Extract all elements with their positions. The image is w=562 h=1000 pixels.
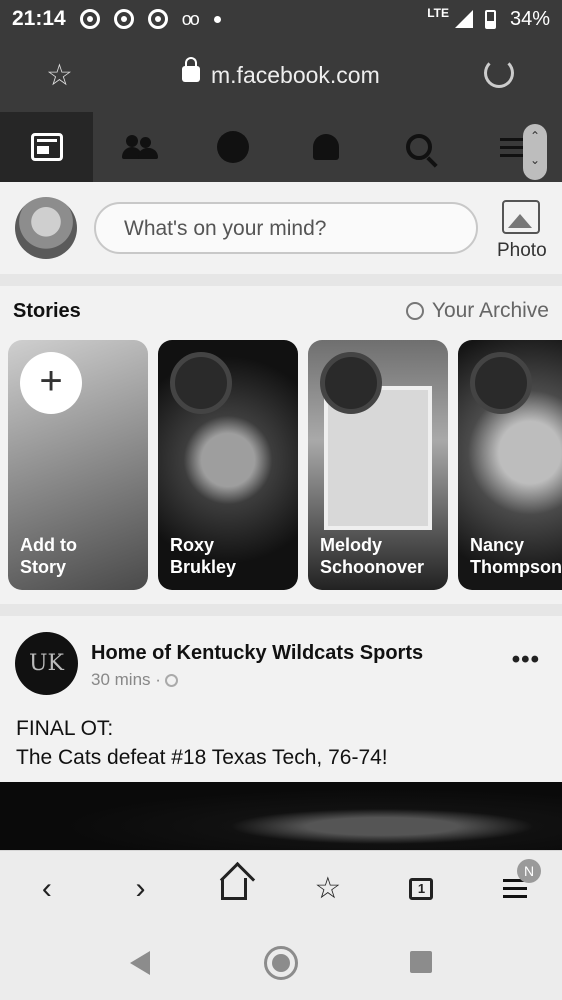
feed-post: UK Home of Kentucky Wildcats Sports 30 m… [0,616,562,856]
menu-icon [499,133,524,162]
tab-notifications[interactable] [279,112,372,182]
tabs-icon: 1 [409,877,434,900]
bell-icon [312,134,339,160]
tab-news-feed[interactable] [0,112,93,182]
photo-icon[interactable] [502,200,540,234]
avatar[interactable] [15,197,77,259]
post-author[interactable]: Home of Kentucky Wildcats Sports [91,642,423,665]
story-add[interactable]: + Add to Story [8,340,148,590]
reload-icon[interactable] [484,58,514,88]
story-card[interactable]: Nancy Thompson [458,340,562,590]
browser-menu-button[interactable]: N [485,858,545,919]
search-icon [405,134,432,160]
plus-icon: + [20,352,82,414]
story-avatar [320,352,382,414]
bookmarks-star-icon: ☆ [314,872,342,905]
post-time[interactable]: 30 mins · [91,670,161,690]
archive-icon [405,302,424,320]
url-text[interactable]: m.facebook.com [211,62,380,89]
more-options-icon[interactable]: ••• [512,646,540,674]
browser-url-bar: ☆ m.facebook.com [0,38,562,112]
page-avatar[interactable]: UK [15,632,78,695]
home-button[interactable] [204,859,264,919]
network-type: LTE [427,6,449,20]
story-label: Nancy Thompson [470,535,562,577]
globe-icon [164,673,178,687]
story-card[interactable]: Melody Schoonover [308,340,448,590]
scroll-widget[interactable]: ⌃ ⌄ [523,124,547,180]
messenger-icon [216,131,249,163]
bookmarks-button[interactable]: ☆ [298,859,358,919]
status-input[interactable]: What's on your mind? [94,202,478,254]
story-avatar [170,352,232,414]
chrome-notification-icon [147,9,168,29]
status-time: 21:14 [12,7,66,30]
tab-friends[interactable] [93,112,186,182]
your-archive-link[interactable]: Your Archive [405,299,549,323]
forward-button[interactable]: › [110,859,170,919]
story-card[interactable]: Roxy Brukley [158,340,298,590]
story-label: Melody Schoonover [320,535,425,577]
stories-title: Stories [13,300,81,322]
lock-icon [182,57,200,82]
post-text-line: The Cats defeat #18 Texas Tech, 76-74! [16,746,388,769]
chrome-notification-icon [79,9,100,29]
voicemail-icon: oo [181,8,200,29]
stories-section: Stories Your Archive + Add to Story Roxy… [0,286,562,604]
tab-messenger[interactable] [186,112,279,182]
screen: 21:14 oo LTE 34% ☆ m.facebook.com ⌃ ⌄ Wh… [0,0,562,1000]
system-home-icon[interactable] [264,946,298,980]
back-button[interactable]: ‹ [17,859,77,919]
android-nav-bar [0,926,562,1000]
browser-bottom-bar: ‹ › ☆ 1 N [0,850,562,926]
news-feed-icon [30,133,63,161]
photo-label[interactable]: Photo [497,240,547,262]
notification-badge: N [517,858,542,883]
post-meta: 30 mins · [91,670,178,690]
post-image[interactable] [0,782,562,856]
composer: What's on your mind? Photo [0,182,562,274]
post-text-line: FINAL OT: [16,717,114,740]
more-notifications-icon [213,15,221,23]
system-back-icon[interactable] [130,951,150,975]
tabs-button[interactable]: 1 [391,859,451,919]
battery-percent: 34% [509,7,550,30]
home-icon [221,877,248,900]
bookmark-star-icon[interactable]: ☆ [46,58,73,93]
friends-icon [121,135,158,159]
status-bar: 21:14 oo LTE 34% [0,0,562,38]
story-label: Add to Story [20,535,77,577]
tab-search[interactable] [372,112,465,182]
chrome-notification-icon [113,9,134,29]
fb-nav-bar [0,112,562,182]
story-avatar [470,352,532,414]
post-text: FINAL OT: The Cats defeat #18 Texas Tech… [16,714,388,772]
archive-label: Your Archive [431,299,549,322]
signal-icon [454,10,473,28]
system-recents-icon[interactable] [410,951,432,973]
battery-icon [484,9,496,29]
story-label: Roxy Brukley [170,535,237,577]
